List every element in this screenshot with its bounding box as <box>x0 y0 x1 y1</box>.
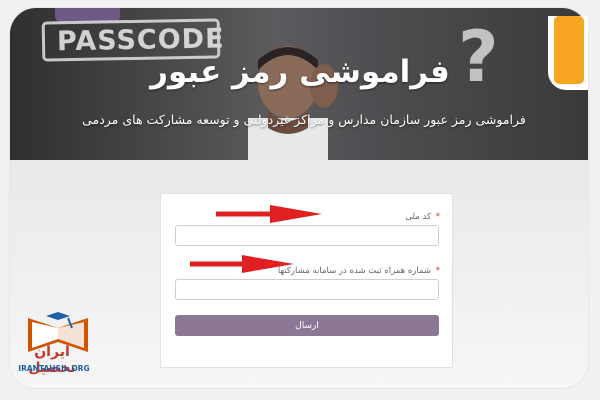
page-title: فراموشی رمز عبور <box>150 54 450 90</box>
logo-url: IRANTAHSIL.ORG <box>18 364 90 373</box>
national-code-label: * کد ملی <box>405 212 440 222</box>
arrow-to-mobile-icon <box>190 255 294 273</box>
required-mark: * <box>435 212 440 222</box>
arrow-to-national-code-icon <box>216 205 322 223</box>
hero-banner: PASSCODE ? فراموشی رمز عبور فراموشی رمز … <box>10 8 588 160</box>
orange-badge-icon <box>554 16 584 84</box>
mobile-label-text: شماره همراه ثبت شده در سامانه مشارکتها <box>277 266 432 276</box>
page-subtitle: فراموشی رمز عبور سازمان مدارس و مراکز غی… <box>82 112 526 127</box>
mobile-input[interactable] <box>175 279 439 300</box>
submit-button[interactable]: ارسال <box>175 315 439 336</box>
required-mark: * <box>435 266 440 276</box>
corner-badge <box>548 16 588 90</box>
national-code-input[interactable] <box>175 225 439 246</box>
national-code-label-text: کد ملی <box>405 212 432 222</box>
question-mark-graphic: ? <box>458 16 499 98</box>
mobile-label: * شماره همراه ثبت شده در سامانه مشارکتها <box>278 266 440 276</box>
